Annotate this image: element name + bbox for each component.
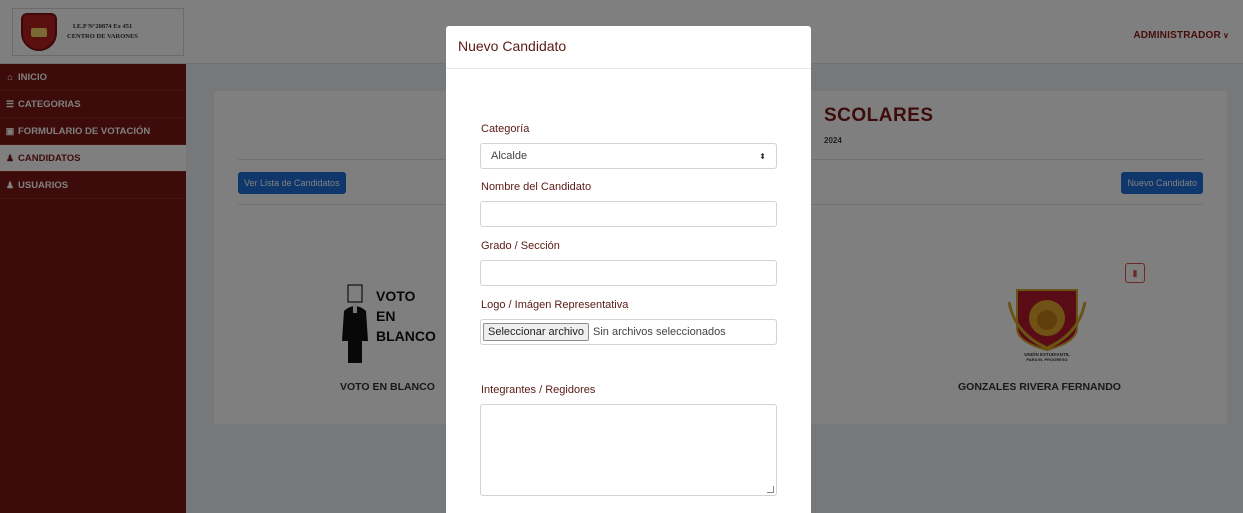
select-arrows-icon: ⬍ — [759, 151, 766, 161]
candidate-name-label: Nombre del Candidato — [481, 181, 592, 193]
category-label: Categoría — [481, 123, 530, 135]
divider — [446, 68, 811, 69]
grade-section-label: Grado / Sección — [481, 240, 560, 252]
resize-grip-icon[interactable] — [767, 486, 774, 493]
logo-label: Logo / Imágen Representativa — [481, 299, 629, 311]
category-select-value: Alcalde — [491, 150, 528, 162]
grade-section-input[interactable] — [480, 260, 777, 286]
logo-file-input[interactable]: Seleccionar archivo Sin archivos selecci… — [480, 319, 777, 345]
choose-file-button[interactable]: Seleccionar archivo — [483, 323, 589, 341]
members-label: Integrantes / Regidores — [481, 384, 596, 396]
file-status: Sin archivos seleccionados — [593, 326, 726, 338]
modal-title: Nuevo Candidato — [458, 38, 567, 54]
new-candidate-modal: Nuevo Candidato Categoría Alcalde ⬍ Nomb… — [446, 26, 811, 513]
members-textarea[interactable] — [480, 404, 777, 496]
candidate-name-input[interactable] — [480, 201, 777, 227]
category-select[interactable]: Alcalde ⬍ — [480, 143, 777, 169]
